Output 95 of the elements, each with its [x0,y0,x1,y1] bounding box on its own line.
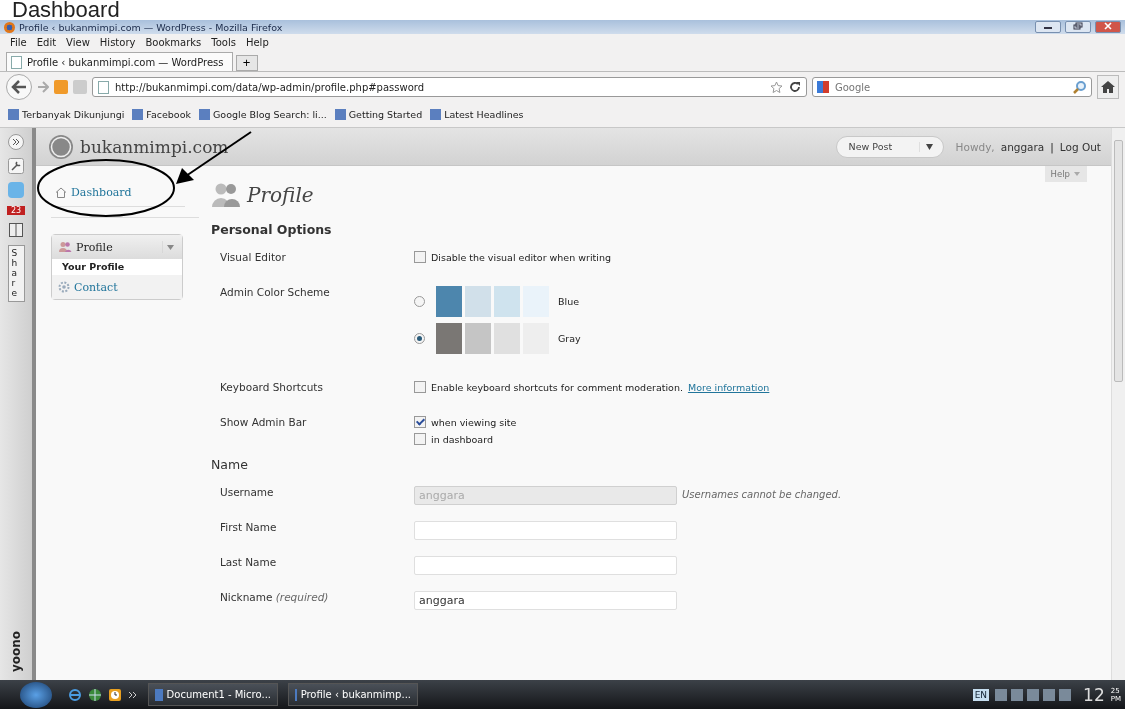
minimize-button[interactable] [1035,21,1061,33]
menu-item[interactable]: Tools [211,37,236,48]
menu-item[interactable]: Help [245,37,269,48]
gear-icon [58,281,70,293]
restore-icon [1073,22,1083,30]
checkbox[interactable] [414,433,426,445]
required-hint: (required) [274,591,329,603]
house-icon [55,186,67,198]
scheme-name: Blue [558,296,580,307]
wrench-icon[interactable] [8,158,24,174]
taskbar-button[interactable]: Document1 - Micro... [148,683,278,706]
checkbox[interactable] [414,251,426,263]
taskbar-button[interactable]: Profile ‹ bukanmimp... [288,683,418,706]
page-icon [11,55,22,69]
share-button[interactable]: Share [7,245,25,303]
new-tab-button[interactable]: + [235,55,258,71]
search-field[interactable]: Google [812,77,1092,97]
field-label: Admin Color Scheme [220,286,331,298]
back-arrow-icon [11,80,27,94]
radio-button[interactable] [414,333,425,344]
firefox-icon [4,21,15,33]
menu-item[interactable]: Bookmarks [145,37,202,48]
help-button[interactable]: Help [1044,166,1087,182]
language-indicator[interactable]: EN [972,688,990,701]
checkbox[interactable] [414,416,426,428]
page-title: Profile [247,183,314,207]
bookmark-link[interactable]: Google Blog Search: li... [199,109,327,120]
window-title: Profile ‹ bukanmimpi.com — WordPress - Mozilla Firefox [19,21,283,33]
option-label: Enable keyboard shortcuts for comment moderation. [431,381,683,393]
home-button[interactable] [1097,75,1119,99]
new-post-dropdown[interactable]: New Post [835,135,944,158]
page-icon [98,80,109,94]
field-label: Username [220,486,274,498]
clock-icon[interactable] [108,687,122,702]
browser-tab[interactable]: Profile ‹ bukanmimpi.com — WordPress [6,52,233,71]
field-label: Visual Editor [220,251,287,263]
checkbox[interactable] [414,381,426,393]
bookmark-link[interactable]: Latest Headlines [430,109,524,120]
bookmark-link[interactable]: Terbanyak Dikunjungi [8,109,125,120]
profile-menu-item[interactable]: Profile [52,235,182,259]
field-label: Keyboard Shortcuts [220,381,324,393]
address-field[interactable]: http://bukanmimpi.com/data/wp-admin/profile.php#password [92,77,807,97]
caret-icon [918,141,935,152]
reload-icon[interactable] [789,81,801,93]
more-icon[interactable] [128,689,138,700]
search-icon[interactable] [1073,80,1087,94]
field-label: First Name [220,521,277,533]
house-icon [1101,81,1115,93]
menu-item[interactable]: File [10,37,27,48]
field-label: Nickname [220,591,273,603]
field-note: Usernames cannot be changed. [682,489,842,500]
close-button[interactable] [1095,21,1121,33]
logout-link[interactable]: Log Out [1059,140,1101,153]
tray-icons-drawing[interactable] [995,688,1072,701]
option-label: when viewing site [431,416,517,428]
scrollbar[interactable] [1111,128,1125,680]
username-link[interactable]: anggara [1000,140,1045,153]
restore-button[interactable] [1065,21,1091,33]
radio-button[interactable] [414,296,425,307]
menu-item[interactable]: View [66,37,90,48]
text-input-field[interactable] [414,556,677,575]
option-label: in dashboard [431,433,493,445]
submenu-item[interactable]: Your Profile [52,259,182,275]
separator-text: | [1050,140,1054,153]
site-name[interactable]: bukanmimpi.com [80,136,229,157]
globe-icon[interactable] [88,687,102,702]
greeting-text: Howdy, [955,140,995,153]
annotation-caption: Dashboard [0,0,1125,20]
people-icon [58,241,72,253]
option-label: Disable the visual editor when writing [431,251,611,263]
field-label: Show Admin Bar [220,416,308,428]
field-label: Last Name [220,556,277,568]
clock-hour: 12 [1083,684,1105,705]
menu-item[interactable]: History [99,37,136,48]
columns-icon[interactable] [9,223,23,237]
section-heading: Name [211,457,249,472]
back-button[interactable] [6,74,32,100]
bookmark-link[interactable]: Facebook [132,109,191,120]
text-input-field[interactable]: anggara [414,591,677,610]
text-input-field[interactable] [414,521,677,540]
section-heading: Personal Options [211,222,333,237]
people-icon [211,182,241,208]
menu-item[interactable]: Edit [36,37,57,48]
more-information-link[interactable]: More information [687,381,770,393]
close-icon [1103,22,1113,30]
scheme-name: Gray [558,333,581,344]
count-badge: 23 [6,206,26,215]
start-button[interactable] [20,681,52,708]
browser-icon[interactable] [68,687,82,702]
expand-icon[interactable] [8,134,24,150]
bookmark-link[interactable]: Getting Started [334,109,423,120]
brand-logo: yoono [9,630,23,672]
caret-icon [1073,171,1081,177]
star-icon[interactable] [770,80,783,94]
caret-icon[interactable] [162,241,176,253]
